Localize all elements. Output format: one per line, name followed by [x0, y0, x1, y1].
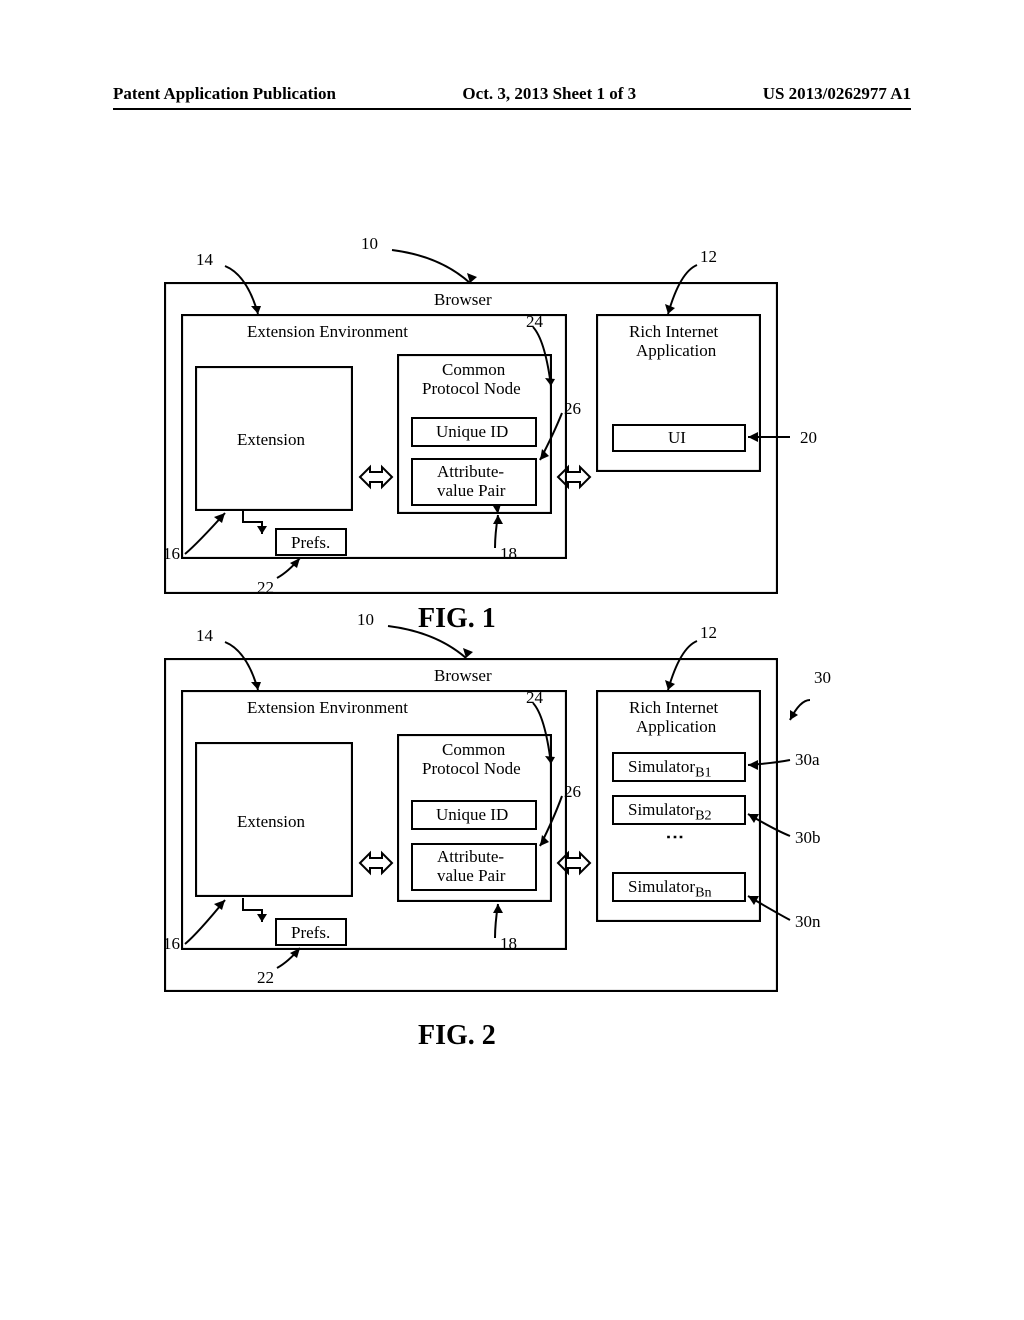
fig2-ref-22: 22 [257, 968, 274, 988]
page: Patent Application Publication Oct. 3, 2… [0, 0, 1024, 1320]
fig2-ref-18: 18 [500, 934, 517, 954]
fig2-ref-30a: 30a [795, 750, 820, 770]
fig2-caption: FIG. 2 [418, 1020, 496, 1052]
fig2-ref-24: 24 [526, 688, 543, 708]
fig2-ref-30n: 30n [795, 912, 821, 932]
fig2-ref-30: 30 [814, 668, 831, 688]
fig2-ref-14: 14 [196, 626, 213, 646]
fig2-ref-30b: 30b [795, 828, 821, 848]
fig2-ref-10: 10 [357, 610, 374, 630]
fig2-ref-16: 16 [163, 934, 180, 954]
fig2-ref-12: 12 [700, 623, 717, 643]
fig2-ref-26: 26 [564, 782, 581, 802]
